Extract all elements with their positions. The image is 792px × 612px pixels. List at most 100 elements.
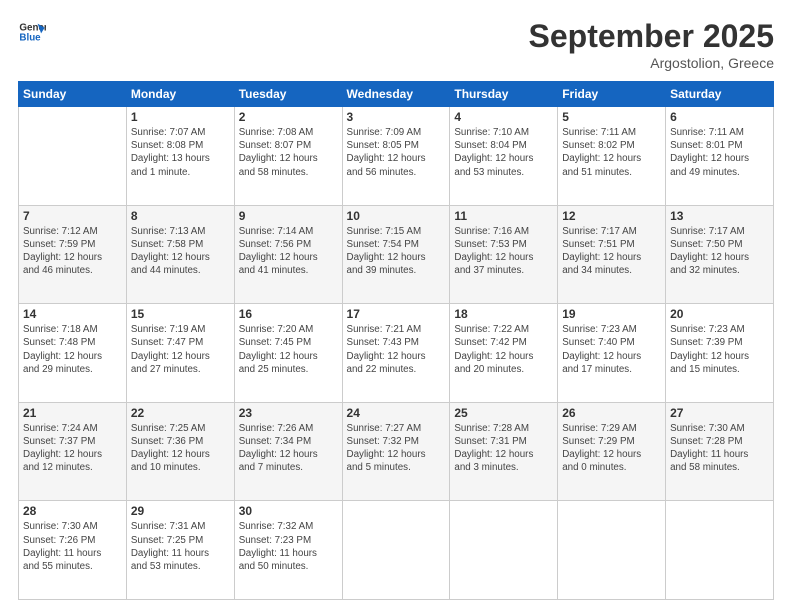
day-cell: 8 Sunrise: 7:13 AM Sunset: 7:58 PM Daylig… xyxy=(126,205,234,304)
day-number: 14 xyxy=(23,307,122,321)
week-row-3: 21 Sunrise: 7:24 AM Sunset: 7:37 PM Dayli… xyxy=(19,402,774,501)
day-info: Sunrise: 7:24 AM Sunset: 7:37 PM Dayligh… xyxy=(23,422,122,475)
col-sunday: Sunday xyxy=(19,82,127,107)
day-number: 25 xyxy=(454,406,553,420)
day-cell: 4 Sunrise: 7:10 AM Sunset: 8:04 PM Daylig… xyxy=(450,107,558,206)
day-cell: 28 Sunrise: 7:30 AM Sunset: 7:26 PM Dayli… xyxy=(19,501,127,600)
col-monday: Monday xyxy=(126,82,234,107)
day-number: 8 xyxy=(131,209,230,223)
day-number: 3 xyxy=(347,110,446,124)
day-number: 7 xyxy=(23,209,122,223)
day-cell: 24 Sunrise: 7:27 AM Sunset: 7:32 PM Dayli… xyxy=(342,402,450,501)
day-info: Sunrise: 7:20 AM Sunset: 7:45 PM Dayligh… xyxy=(239,323,338,376)
page: General Blue September 2025 Argostolion,… xyxy=(0,0,792,612)
day-number: 4 xyxy=(454,110,553,124)
day-number: 29 xyxy=(131,504,230,518)
day-number: 18 xyxy=(454,307,553,321)
day-info: Sunrise: 7:18 AM Sunset: 7:48 PM Dayligh… xyxy=(23,323,122,376)
day-cell xyxy=(19,107,127,206)
day-cell: 26Sunrise: 7:29 AM Sunset: 7:29 PM Dayli… xyxy=(558,402,666,501)
day-number: 24 xyxy=(347,406,446,420)
day-number: 22 xyxy=(131,406,230,420)
day-info: Sunrise: 7:11 AM Sunset: 8:01 PM Dayligh… xyxy=(670,126,769,179)
day-number: 30 xyxy=(239,504,338,518)
day-cell: 19Sunrise: 7:23 AM Sunset: 7:40 PM Dayli… xyxy=(558,304,666,403)
header-row: Sunday Monday Tuesday Wednesday Thursday… xyxy=(19,82,774,107)
day-number: 19 xyxy=(562,307,661,321)
day-info: Sunrise: 7:17 AM Sunset: 7:50 PM Dayligh… xyxy=(670,225,769,278)
day-number: 15 xyxy=(131,307,230,321)
day-number: 28 xyxy=(23,504,122,518)
day-cell: 27 Sunrise: 7:30 AM Sunset: 7:28 PM Dayli… xyxy=(666,402,774,501)
day-cell: 25 Sunrise: 7:28 AM Sunset: 7:31 PM Dayli… xyxy=(450,402,558,501)
day-info: Sunrise: 7:30 AM Sunset: 7:26 PM Dayligh… xyxy=(23,520,122,573)
day-info: Sunrise: 7:30 AM Sunset: 7:28 PM Dayligh… xyxy=(670,422,769,475)
day-number: 26 xyxy=(562,406,661,420)
day-info: Sunrise: 7:08 AM Sunset: 8:07 PM Dayligh… xyxy=(239,126,338,179)
day-info: Sunrise: 7:16 AM Sunset: 7:53 PM Dayligh… xyxy=(454,225,553,278)
title-block: September 2025 Argostolion, Greece xyxy=(529,18,774,71)
day-cell xyxy=(558,501,666,600)
day-number: 2 xyxy=(239,110,338,124)
day-info: Sunrise: 7:07 AM Sunset: 8:08 PM Dayligh… xyxy=(131,126,230,179)
day-info: Sunrise: 7:10 AM Sunset: 8:04 PM Dayligh… xyxy=(454,126,553,179)
day-number: 12 xyxy=(562,209,661,223)
day-cell: 1 Sunrise: 7:07 AM Sunset: 8:08 PM Daylig… xyxy=(126,107,234,206)
location: Argostolion, Greece xyxy=(529,55,774,71)
day-cell: 6 Sunrise: 7:11 AM Sunset: 8:01 PM Daylig… xyxy=(666,107,774,206)
day-info: Sunrise: 7:22 AM Sunset: 7:42 PM Dayligh… xyxy=(454,323,553,376)
week-row-2: 14 Sunrise: 7:18 AM Sunset: 7:48 PM Dayli… xyxy=(19,304,774,403)
week-row-1: 7Sunrise: 7:12 AM Sunset: 7:59 PM Daylig… xyxy=(19,205,774,304)
day-cell: 23Sunrise: 7:26 AM Sunset: 7:34 PM Dayli… xyxy=(234,402,342,501)
logo: General Blue xyxy=(18,18,46,46)
day-cell: 9 Sunrise: 7:14 AM Sunset: 7:56 PM Daylig… xyxy=(234,205,342,304)
week-row-4: 28 Sunrise: 7:30 AM Sunset: 7:26 PM Dayli… xyxy=(19,501,774,600)
day-cell: 3 Sunrise: 7:09 AM Sunset: 8:05 PM Daylig… xyxy=(342,107,450,206)
day-info: Sunrise: 7:11 AM Sunset: 8:02 PM Dayligh… xyxy=(562,126,661,179)
week-row-0: 1 Sunrise: 7:07 AM Sunset: 8:08 PM Daylig… xyxy=(19,107,774,206)
day-info: Sunrise: 7:17 AM Sunset: 7:51 PM Dayligh… xyxy=(562,225,661,278)
col-tuesday: Tuesday xyxy=(234,82,342,107)
day-number: 10 xyxy=(347,209,446,223)
col-saturday: Saturday xyxy=(666,82,774,107)
day-cell: 22Sunrise: 7:25 AM Sunset: 7:36 PM Dayli… xyxy=(126,402,234,501)
day-number: 5 xyxy=(562,110,661,124)
day-cell xyxy=(450,501,558,600)
day-cell: 21 Sunrise: 7:24 AM Sunset: 7:37 PM Dayli… xyxy=(19,402,127,501)
day-info: Sunrise: 7:14 AM Sunset: 7:56 PM Dayligh… xyxy=(239,225,338,278)
day-number: 23 xyxy=(239,406,338,420)
day-number: 9 xyxy=(239,209,338,223)
day-cell: 7Sunrise: 7:12 AM Sunset: 7:59 PM Daylig… xyxy=(19,205,127,304)
day-cell xyxy=(342,501,450,600)
day-cell: 18 Sunrise: 7:22 AM Sunset: 7:42 PM Dayli… xyxy=(450,304,558,403)
day-number: 17 xyxy=(347,307,446,321)
day-info: Sunrise: 7:09 AM Sunset: 8:05 PM Dayligh… xyxy=(347,126,446,179)
day-cell: 10 Sunrise: 7:15 AM Sunset: 7:54 PM Dayli… xyxy=(342,205,450,304)
day-number: 1 xyxy=(131,110,230,124)
col-wednesday: Wednesday xyxy=(342,82,450,107)
day-cell: 5 Sunrise: 7:11 AM Sunset: 8:02 PM Daylig… xyxy=(558,107,666,206)
day-number: 20 xyxy=(670,307,769,321)
day-info: Sunrise: 7:13 AM Sunset: 7:58 PM Dayligh… xyxy=(131,225,230,278)
day-number: 11 xyxy=(454,209,553,223)
col-thursday: Thursday xyxy=(450,82,558,107)
day-cell: 12 Sunrise: 7:17 AM Sunset: 7:51 PM Dayli… xyxy=(558,205,666,304)
day-number: 21 xyxy=(23,406,122,420)
day-cell: 15Sunrise: 7:19 AM Sunset: 7:47 PM Dayli… xyxy=(126,304,234,403)
day-number: 16 xyxy=(239,307,338,321)
day-info: Sunrise: 7:23 AM Sunset: 7:39 PM Dayligh… xyxy=(670,323,769,376)
day-cell: 13Sunrise: 7:17 AM Sunset: 7:50 PM Dayli… xyxy=(666,205,774,304)
day-info: Sunrise: 7:21 AM Sunset: 7:43 PM Dayligh… xyxy=(347,323,446,376)
day-cell: 16 Sunrise: 7:20 AM Sunset: 7:45 PM Dayli… xyxy=(234,304,342,403)
header: General Blue September 2025 Argostolion,… xyxy=(18,18,774,71)
day-number: 27 xyxy=(670,406,769,420)
day-cell: 2 Sunrise: 7:08 AM Sunset: 8:07 PM Daylig… xyxy=(234,107,342,206)
day-info: Sunrise: 7:27 AM Sunset: 7:32 PM Dayligh… xyxy=(347,422,446,475)
day-cell: 30 Sunrise: 7:32 AM Sunset: 7:23 PM Dayli… xyxy=(234,501,342,600)
day-info: Sunrise: 7:32 AM Sunset: 7:23 PM Dayligh… xyxy=(239,520,338,573)
day-info: Sunrise: 7:28 AM Sunset: 7:31 PM Dayligh… xyxy=(454,422,553,475)
day-cell xyxy=(666,501,774,600)
day-number: 6 xyxy=(670,110,769,124)
day-info: Sunrise: 7:15 AM Sunset: 7:54 PM Dayligh… xyxy=(347,225,446,278)
day-cell: 17 Sunrise: 7:21 AM Sunset: 7:43 PM Dayli… xyxy=(342,304,450,403)
